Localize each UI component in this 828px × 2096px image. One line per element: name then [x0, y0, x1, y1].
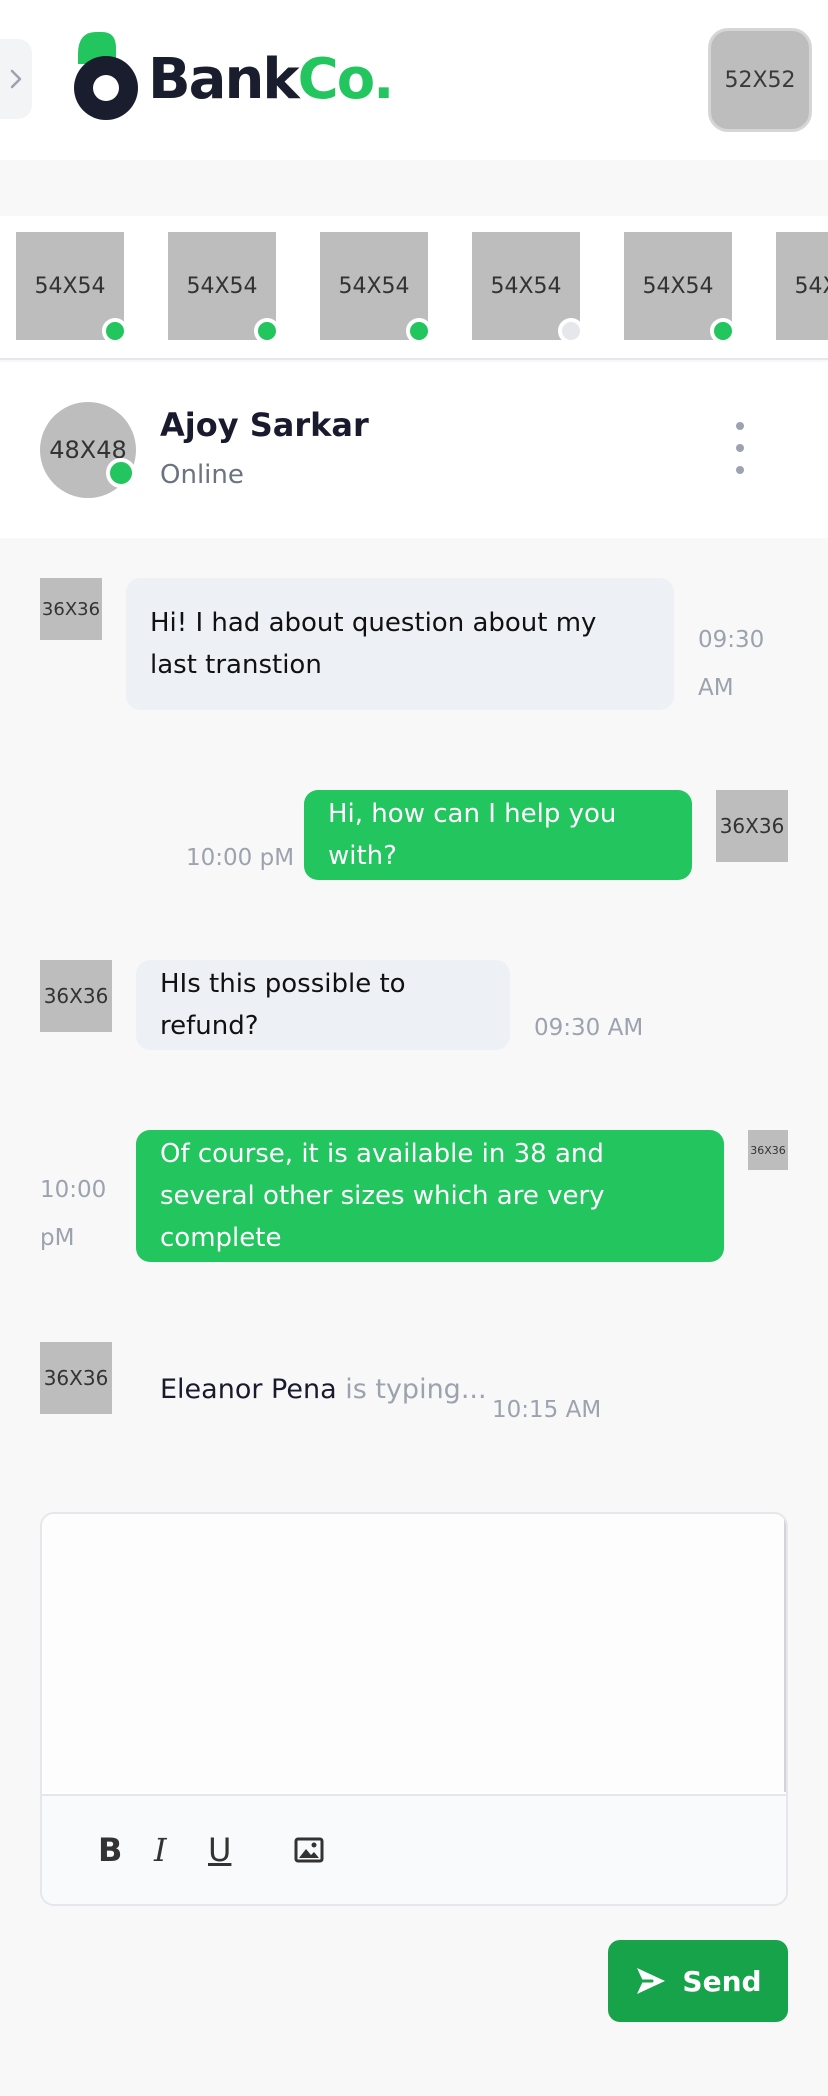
- message-time: 10:15 AM: [492, 1397, 602, 1423]
- message-editor: B I U: [40, 1512, 788, 1906]
- online-status-dot: [106, 458, 136, 488]
- message-avatar: 36X36: [716, 790, 788, 862]
- story-avatar-label: 54X54: [794, 273, 828, 299]
- message-time: 09:30 AM: [698, 627, 765, 701]
- message-avatar: 36X36: [40, 960, 112, 1032]
- sidebar-toggle-button[interactable]: [0, 39, 32, 119]
- chat-header: 48X48 Ajoy Sarkar Online: [0, 362, 828, 538]
- bold-button[interactable]: B: [98, 1831, 122, 1869]
- message-bubble-incoming: Hi! I had about question about my last t…: [126, 578, 674, 710]
- message-bubble-incoming: HIs this possible to refund?: [136, 960, 510, 1050]
- brand-name-dark: Bank: [148, 46, 300, 112]
- message-bubble-outgoing: Hi, how can I help you with?: [304, 790, 692, 880]
- story-avatar-label: 54X54: [338, 273, 410, 299]
- top-header: BankCo. 52X52: [0, 0, 828, 160]
- insert-image-button[interactable]: [294, 1832, 324, 1868]
- story-avatar[interactable]: 54X54: [624, 232, 736, 344]
- online-status-dot: [710, 318, 736, 344]
- message-bubble-outgoing: Of course, it is available in 38 and sev…: [136, 1130, 724, 1262]
- story-avatar-label: 54X54: [642, 273, 714, 299]
- underline-button[interactable]: U: [208, 1831, 231, 1869]
- send-label: Send: [682, 1964, 762, 1998]
- message-time: 10:00 pM: [186, 845, 295, 871]
- chevron-right-icon: [10, 69, 22, 89]
- message-avatar: 36X36: [40, 578, 102, 640]
- stories-strip: 54X54 54X54 54X54 54X54 54X54 54X54: [0, 216, 828, 360]
- typing-text: is typing...: [345, 1374, 487, 1405]
- online-status-dot: [102, 318, 128, 344]
- image-icon: [294, 1837, 324, 1863]
- message-text: HIs this possible to refund?: [160, 969, 406, 1041]
- typing-user-name: Eleanor Pena: [160, 1374, 337, 1405]
- contact-status: Online: [160, 460, 244, 490]
- contact-name: Ajoy Sarkar: [160, 406, 369, 444]
- story-avatar-label: 54X54: [186, 273, 258, 299]
- story-avatar[interactable]: 54X54: [472, 232, 584, 344]
- story-avatar-label: 54X54: [34, 273, 106, 299]
- more-options-button[interactable]: [728, 422, 752, 474]
- more-vertical-icon: [736, 422, 744, 430]
- message-input[interactable]: [42, 1514, 786, 1792]
- offline-status-dot: [558, 318, 584, 344]
- message-avatar: 36X36: [748, 1130, 788, 1170]
- story-avatar-label: 54X54: [490, 273, 562, 299]
- profile-avatar[interactable]: 52X52: [708, 28, 812, 132]
- message-text: Of course, it is available in 38 and sev…: [160, 1139, 605, 1253]
- online-status-dot: [254, 318, 280, 344]
- editor-toolbar: B I U: [42, 1794, 786, 1904]
- italic-button[interactable]: I: [154, 1831, 167, 1869]
- message-text: Hi! I had about question about my last t…: [150, 608, 597, 680]
- more-vertical-icon-dot: [736, 444, 744, 452]
- story-avatar[interactable]: 54X54: [320, 232, 432, 344]
- send-button[interactable]: Send: [608, 1940, 788, 2022]
- typing-indicator: Eleanor Pena is typing...: [160, 1374, 487, 1405]
- story-avatar[interactable]: 54X54: [16, 232, 128, 344]
- story-avatar[interactable]: 54X54: [168, 232, 280, 344]
- message-avatar: 36X36: [40, 1342, 112, 1414]
- message-time: 09:30 AM: [534, 1015, 644, 1041]
- online-status-dot: [406, 318, 432, 344]
- message-text: Hi, how can I help you with?: [328, 799, 617, 871]
- brand-name-green: Co.: [297, 46, 395, 112]
- message-time: 10:00 pM: [40, 1177, 107, 1251]
- brand-name: BankCo.: [148, 46, 395, 112]
- logo-mark-icon: [74, 32, 138, 120]
- story-avatar[interactable]: 54X54: [776, 232, 828, 340]
- more-vertical-icon-dot: [736, 466, 744, 474]
- send-icon: [637, 1968, 666, 1994]
- brand-logo[interactable]: BankCo.: [72, 30, 395, 122]
